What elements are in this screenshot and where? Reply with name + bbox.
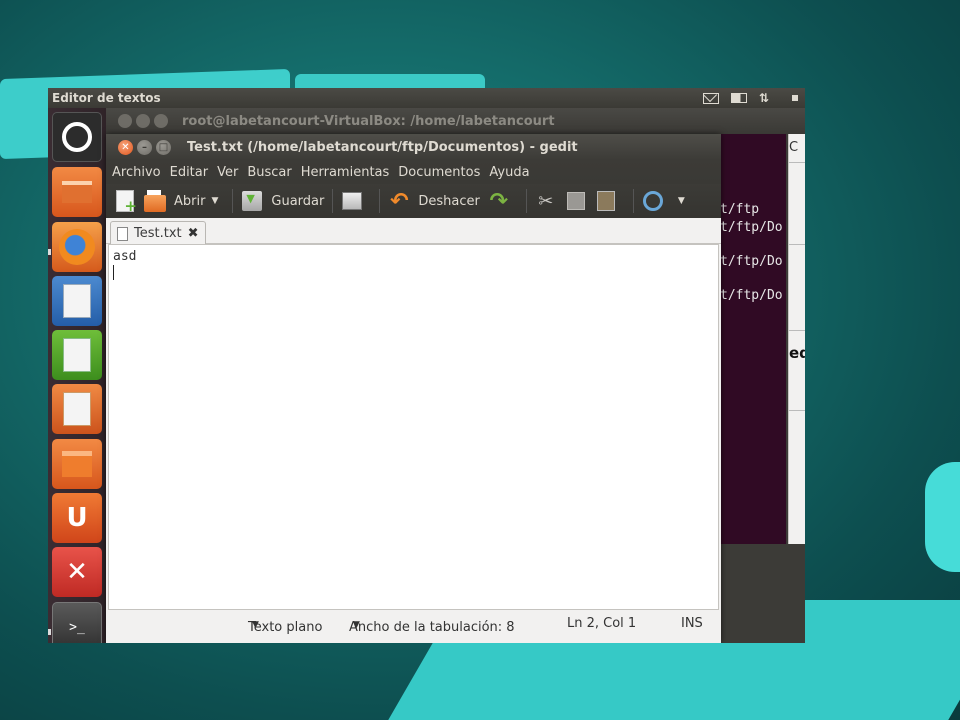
text-editor-area[interactable]: asd <box>108 244 719 610</box>
menu-bar: Archivo Editar Ver Buscar Herramientas D… <box>106 160 721 184</box>
toolbar-separator <box>525 189 527 213</box>
paste-button[interactable] <box>595 187 625 215</box>
status-bar: Texto plano ▼ Ancho de la tabulación: 8 ▼ … <box>106 612 721 636</box>
background-shape <box>925 462 960 572</box>
window-controls: ✕ – □ <box>118 139 171 155</box>
close-icon[interactable]: ✕ <box>118 139 133 155</box>
tab-bar: Test.txt ✖ <box>106 218 721 245</box>
toolbar-separator <box>232 189 234 213</box>
new-button[interactable] <box>114 187 144 215</box>
impress-icon[interactable] <box>52 384 102 434</box>
desktop-screenshot: Editor de textos ⇅ U ✕ >_ root@labetanco… <box>48 88 805 643</box>
terminal-icon[interactable]: >_ <box>52 602 102 643</box>
text-cursor <box>113 265 114 280</box>
cut-button[interactable]: ✂ <box>535 187 565 215</box>
maximize-icon[interactable] <box>154 114 168 128</box>
minimize-icon[interactable]: – <box>137 139 152 155</box>
terminal-line: t/ftp/Do <box>720 288 783 303</box>
undo-icon: ↶ <box>390 188 409 214</box>
toolbar-separator <box>332 189 334 213</box>
volume-icon[interactable] <box>787 92 803 104</box>
search-icon <box>642 190 664 212</box>
paste-icon <box>595 190 617 212</box>
top-panel: Editor de textos ⇅ <box>48 88 805 108</box>
open-button-label: Abrir <box>174 193 206 209</box>
toolbar-separator <box>379 189 381 213</box>
text-document-icon <box>117 226 128 241</box>
cursor-position: Ln 2, Col 1 <box>567 616 637 631</box>
divider <box>789 410 805 411</box>
terminal-line: t/ftp/Do <box>720 254 783 269</box>
menu-editar[interactable]: Editar <box>170 165 209 180</box>
print-icon <box>341 190 363 212</box>
menu-buscar[interactable]: Buscar <box>247 165 291 180</box>
cut-icon: ✂ <box>538 190 554 212</box>
undo-button[interactable]: ↶ Deshacer <box>388 187 480 215</box>
ubuntu-logo-icon[interactable] <box>52 112 102 162</box>
gedit-titlebar: ✕ – □ Test.txt (/home/labetancourt/ftp/D… <box>106 134 721 160</box>
redo-button[interactable]: ↷ <box>488 187 518 215</box>
battery-icon[interactable] <box>731 92 747 104</box>
document-content: asd <box>113 249 137 264</box>
close-icon[interactable] <box>118 114 132 128</box>
open-folder-icon <box>144 189 166 212</box>
background-window-edge: C ed <box>788 134 805 544</box>
terminal-line: t/ftp/Do <box>720 220 783 235</box>
firefox-icon[interactable] <box>52 222 102 272</box>
save-button-label: Guardar <box>271 193 325 209</box>
calc-icon[interactable] <box>52 330 102 380</box>
divider <box>789 244 805 245</box>
terminal-titlebar: root@labetancourt-VirtualBox: /home/labe… <box>106 108 805 134</box>
new-document-icon <box>114 190 137 215</box>
active-app-title: Editor de textos <box>52 91 161 105</box>
copy-icon <box>565 190 587 212</box>
divider <box>789 162 805 163</box>
insert-mode-indicator: INS <box>681 616 703 631</box>
menu-documentos[interactable]: Documentos <box>398 165 480 180</box>
settings-icon[interactable]: ✕ <box>52 547 102 597</box>
redo-icon: ↷ <box>489 188 509 214</box>
window-fragment-text: C <box>789 140 799 155</box>
system-tray: ⇅ <box>703 88 803 108</box>
divider <box>789 330 805 331</box>
launcher: U ✕ >_ <box>48 108 106 643</box>
running-indicator <box>48 629 51 635</box>
gedit-window: ✕ – □ Test.txt (/home/labetancourt/ftp/D… <box>106 134 721 643</box>
toolbar-overflow-icon[interactable]: ▼ <box>678 196 685 206</box>
window-fragment-text: ed <box>789 344 805 362</box>
save-icon <box>241 190 263 212</box>
maximize-icon[interactable]: □ <box>156 139 171 155</box>
print-button[interactable] <box>341 187 371 215</box>
save-button[interactable]: Guardar <box>241 187 324 215</box>
running-indicator <box>48 249 51 255</box>
tab-test-txt[interactable]: Test.txt ✖ <box>110 221 206 245</box>
network-icon[interactable]: ⇅ <box>759 91 775 105</box>
menu-herramientas[interactable]: Herramientas <box>301 165 390 180</box>
undo-button-label: Deshacer <box>418 193 480 209</box>
files-icon[interactable] <box>52 167 102 217</box>
close-tab-icon[interactable]: ✖ <box>188 226 199 241</box>
window-title: Test.txt (/home/labetancourt/ftp/Documen… <box>187 139 578 155</box>
menu-ayuda[interactable]: Ayuda <box>489 165 529 180</box>
writer-icon[interactable] <box>52 276 102 326</box>
mail-icon[interactable] <box>703 92 719 104</box>
terminal-window-controls <box>118 114 168 128</box>
terminal-title: root@labetancourt-VirtualBox: /home/labe… <box>182 113 555 129</box>
toolbar-separator <box>632 189 634 213</box>
terminal-line: t/ftp <box>720 202 760 217</box>
tab-label: Test.txt <box>134 226 182 241</box>
copy-button[interactable] <box>565 187 595 215</box>
menu-archivo[interactable]: Archivo <box>112 165 161 180</box>
menu-ver[interactable]: Ver <box>217 165 238 180</box>
open-button[interactable]: Abrir <box>144 187 205 215</box>
software-center-icon[interactable] <box>52 439 102 489</box>
minimize-icon[interactable] <box>136 114 150 128</box>
open-recent-dropdown-icon[interactable]: ▼ <box>211 196 218 206</box>
toolbar: Abrir ▼ Guardar ↶ Deshacer ↷ ✂ <box>106 184 721 218</box>
find-button[interactable] <box>642 187 672 215</box>
ubuntu-one-icon[interactable]: U <box>52 493 102 543</box>
